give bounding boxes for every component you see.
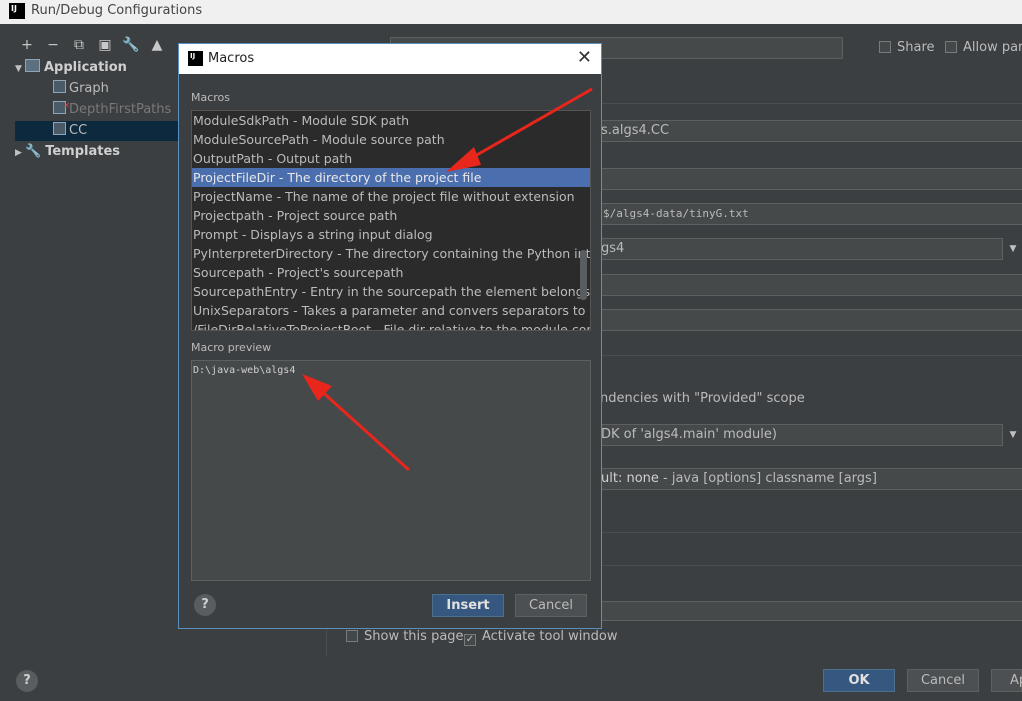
arrow-to-preview — [302, 374, 411, 472]
annotation-arrows — [302, 87, 593, 472]
arrow-to-projectfiledir — [446, 87, 593, 172]
